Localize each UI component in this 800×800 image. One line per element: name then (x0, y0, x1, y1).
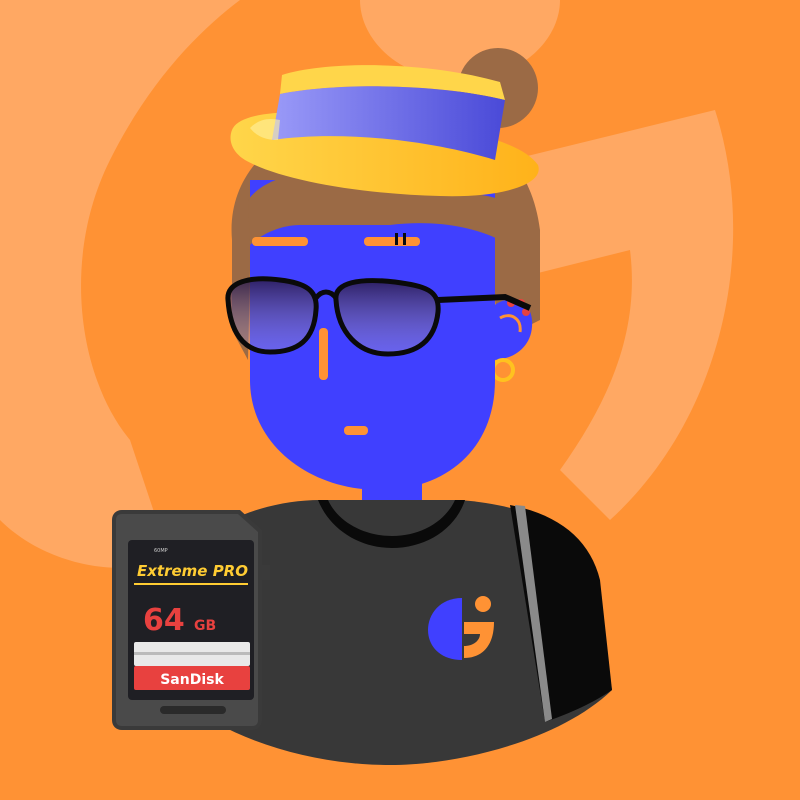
mouth (344, 426, 368, 435)
sd-card-series: Extreme PRO (137, 562, 248, 580)
nose (319, 328, 328, 380)
avatar-illustration: 60MP Extreme PRO 64 GB SanDisk (0, 0, 800, 800)
sd-card: 60MP Extreme PRO 64 GB SanDisk (112, 510, 270, 730)
sd-card-notch (160, 706, 226, 714)
sd-card-capacity-value: 64 (143, 603, 185, 638)
sd-card-title-underline (134, 583, 248, 585)
sd-card-brand: SanDisk (160, 672, 224, 688)
sd-card-fine-print: 60MP (154, 548, 168, 554)
sd-card-capacity-unit: GB (194, 618, 216, 634)
